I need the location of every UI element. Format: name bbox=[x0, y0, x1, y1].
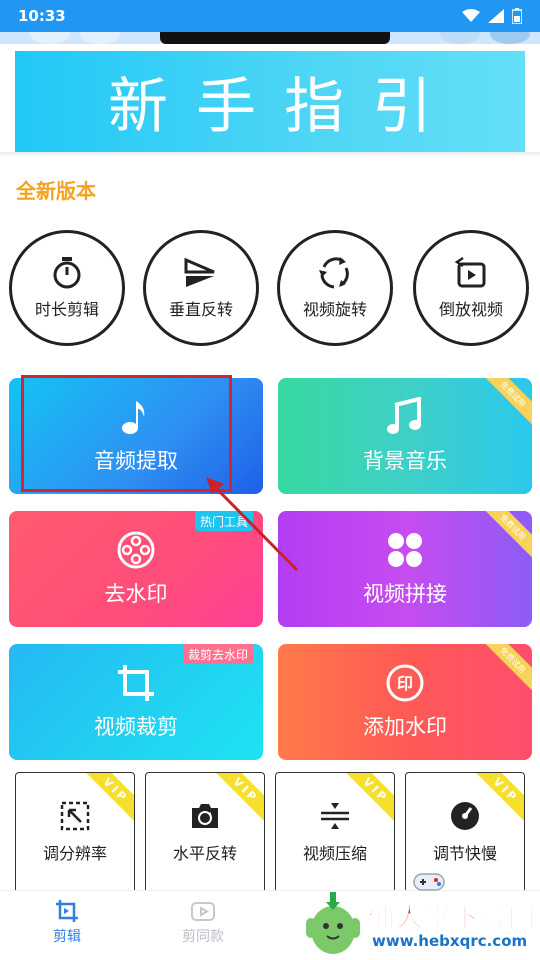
music-notes-icon bbox=[387, 397, 421, 434]
divider bbox=[0, 152, 540, 158]
card-add-watermark[interactable]: 印 添加水印 免费试用 bbox=[278, 644, 532, 760]
nav-label: 剪同款 bbox=[182, 929, 224, 945]
tool-label: 倒放视频 bbox=[438, 300, 503, 319]
status-time: 10:33 bbox=[18, 7, 66, 25]
hot-tool-tag: 热门工具 bbox=[194, 511, 253, 531]
speed-gauge-icon bbox=[451, 801, 479, 830]
card-label: 去水印 bbox=[104, 582, 168, 606]
free-trial-badge: 免费试用 bbox=[475, 511, 532, 565]
tool-label: 调分辨率 bbox=[42, 843, 107, 863]
watermark-title: 仙人掌下载网 bbox=[368, 903, 536, 935]
tool-video-rotate[interactable]: 视频旋转 bbox=[277, 230, 393, 346]
reverse-play-icon bbox=[454, 256, 486, 288]
tool-label: 时长剪辑 bbox=[34, 300, 99, 319]
resolution-icon bbox=[60, 801, 90, 830]
card-background-music[interactable]: 背景音乐 免费试用 bbox=[278, 378, 532, 494]
status-icons bbox=[462, 8, 522, 24]
stopwatch-icon bbox=[53, 257, 81, 289]
tool-horizontal-flip[interactable]: 水平反转 VIP bbox=[145, 772, 265, 890]
compress-icon bbox=[321, 802, 349, 829]
status-bar: 10:33 bbox=[0, 0, 540, 32]
tool-vertical-flip[interactable]: 垂直反转 bbox=[143, 230, 259, 346]
highlight-box bbox=[21, 375, 232, 492]
gamepad-icon bbox=[413, 873, 445, 891]
tool-reverse-video[interactable]: 倒放视频 bbox=[413, 230, 529, 346]
section-title: 全新版本 bbox=[16, 179, 96, 203]
free-trial-badge: 免费试用 bbox=[475, 644, 532, 698]
flip-vertical-icon bbox=[184, 257, 215, 287]
tool-label: 视频压缩 bbox=[302, 843, 367, 863]
tool-duration-trim[interactable]: 时长剪辑 bbox=[9, 230, 125, 346]
card-video-crop[interactable]: 视频裁剪 裁剪去水印 bbox=[9, 644, 263, 760]
card-label: 背景音乐 bbox=[363, 449, 447, 473]
watermark-url: www.hebxqrc.com bbox=[372, 932, 528, 950]
crop-frame-icon bbox=[56, 900, 78, 922]
nav-tab-edit[interactable]: 剪辑 bbox=[27, 899, 107, 946]
guide-banner[interactable]: 新手指引 bbox=[15, 51, 525, 152]
svg-text:印: 印 bbox=[397, 674, 413, 693]
top-banner-image bbox=[0, 32, 540, 44]
crop-icon bbox=[118, 665, 154, 701]
card-label: 视频裁剪 bbox=[94, 715, 178, 739]
wifi-icon bbox=[462, 9, 480, 22]
card-remove-watermark[interactable]: 去水印 热门工具 bbox=[9, 511, 263, 627]
cactus-logo-icon bbox=[306, 892, 360, 954]
video-template-icon bbox=[191, 902, 215, 921]
film-reel-icon bbox=[117, 531, 155, 569]
free-trial-badge: 免费试用 bbox=[475, 378, 532, 432]
crop-watermark-tag: 裁剪去水印 bbox=[182, 644, 253, 664]
card-label: 添加水印 bbox=[363, 715, 447, 739]
nav-label: 剪辑 bbox=[53, 929, 81, 945]
stamp-icon: 印 bbox=[386, 664, 424, 702]
site-watermark: 仙人掌下载网 www.hebxqrc.com bbox=[300, 866, 540, 960]
battery-icon bbox=[512, 8, 522, 24]
card-video-merge[interactable]: 视频拼接 免费试用 bbox=[278, 511, 532, 627]
nav-tab-templates[interactable]: 剪同款 bbox=[163, 899, 243, 946]
grid-icon bbox=[388, 533, 422, 567]
camera-flip-icon bbox=[192, 803, 218, 828]
rotate-icon bbox=[319, 257, 349, 289]
signal-icon bbox=[488, 9, 504, 23]
tool-resolution[interactable]: 调分辨率 VIP bbox=[15, 772, 135, 890]
tool-label: 水平反转 bbox=[172, 843, 237, 863]
tool-label: 垂直反转 bbox=[168, 300, 233, 319]
card-label: 视频拼接 bbox=[363, 582, 447, 606]
tool-label: 视频旋转 bbox=[302, 300, 367, 319]
tool-label: 调节快慢 bbox=[432, 843, 497, 863]
banner-title: 新手指引 bbox=[108, 72, 460, 142]
